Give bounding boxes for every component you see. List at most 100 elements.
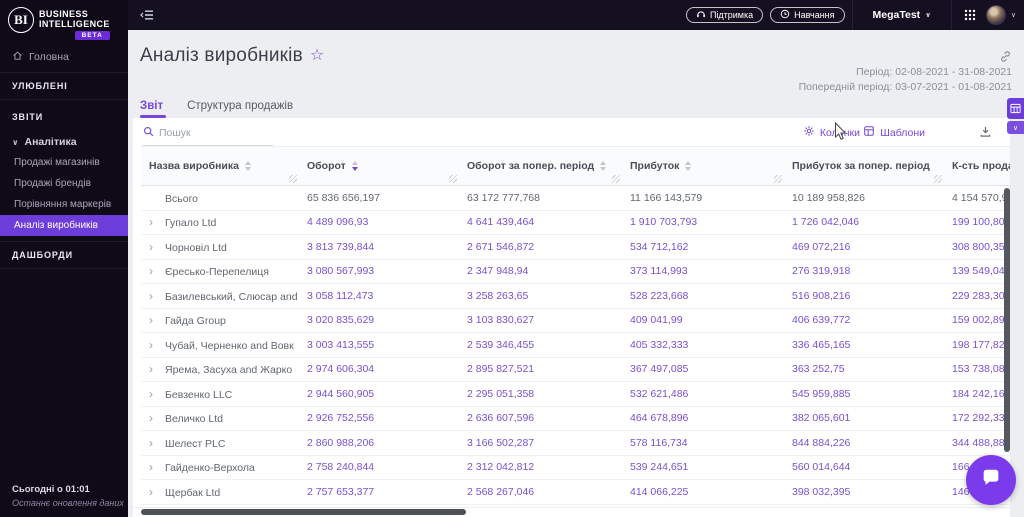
value-cell[interactable]: 3 003 413,555 (299, 332, 459, 358)
value-cell[interactable]: 578 116,734 (622, 430, 784, 456)
value-cell[interactable]: 382 065,601 (784, 406, 944, 431)
value-cell[interactable]: 2 944 560,905 (299, 381, 459, 407)
sidebar-section-dashboards[interactable]: ДАШБОРДИ (0, 241, 128, 270)
sidebar-item[interactable]: Продажі брендів (0, 173, 128, 194)
value-cell[interactable]: 409 041,99 (622, 308, 784, 333)
value-cell[interactable]: 2 895 827,521 (459, 357, 622, 382)
value-cell[interactable]: 308 800,351 (944, 234, 1010, 260)
expand-row-icon[interactable]: › (149, 436, 165, 450)
value-cell[interactable]: 469 072,216 (784, 234, 944, 260)
value-cell[interactable]: 184 242,169 (944, 381, 1010, 407)
column-resize-handle[interactable] (774, 175, 782, 183)
column-header[interactable]: Прибуток за попер. період (784, 146, 944, 186)
search-input[interactable] (159, 127, 264, 139)
chevron-down-icon[interactable]: ∨ (1011, 11, 1016, 19)
value-cell[interactable]: 336 465,165 (784, 332, 944, 358)
value-cell[interactable]: 363 252,75 (784, 357, 944, 382)
value-cell[interactable]: 2 758 240,844 (299, 455, 459, 480)
value-cell[interactable]: 4 489 096,93 (299, 210, 459, 235)
sort-icon[interactable] (600, 161, 607, 171)
value-cell[interactable]: 2 295 051,358 (459, 381, 622, 407)
value-cell[interactable]: 405 332,333 (622, 332, 784, 358)
expand-row-icon[interactable]: › (149, 264, 165, 278)
templates-button[interactable]: Шаблони (863, 125, 925, 140)
support-button[interactable]: Підтримка (685, 7, 764, 23)
value-cell[interactable]: 3 813 739,844 (299, 234, 459, 260)
value-cell[interactable]: 2 671 546,872 (459, 234, 622, 260)
value-cell[interactable]: 3 258 263,65 (459, 283, 622, 309)
value-cell[interactable]: 2 312 042,812 (459, 455, 622, 480)
value-cell[interactable]: 2 636 607,596 (459, 406, 622, 431)
value-cell[interactable]: 3 058 112,473 (299, 283, 459, 309)
value-cell[interactable]: 528 223,668 (622, 283, 784, 309)
value-cell[interactable]: 2 974 606,304 (299, 357, 459, 382)
value-cell[interactable]: 367 497,085 (622, 357, 784, 382)
sort-icon[interactable] (685, 161, 692, 171)
value-cell[interactable]: 406 639,772 (784, 308, 944, 333)
value-cell[interactable]: 344 488,886 (944, 430, 1010, 456)
expand-row-icon[interactable]: › (149, 338, 165, 352)
value-cell[interactable]: 3 080 567,993 (299, 259, 459, 284)
expand-row-icon[interactable]: › (149, 485, 165, 499)
expand-row-icon[interactable]: › (149, 215, 165, 229)
column-header[interactable]: Оборот (299, 146, 459, 186)
expand-row-icon[interactable]: › (149, 362, 165, 376)
value-cell[interactable]: 3 020 835,629 (299, 308, 459, 333)
value-cell[interactable]: 3 166 502,287 (459, 430, 622, 456)
value-cell[interactable]: 545 959,885 (784, 381, 944, 407)
sidebar-section-reports[interactable]: ЗВІТИ (0, 104, 128, 130)
value-cell[interactable]: 464 678,896 (622, 406, 784, 431)
value-cell[interactable]: 373 114,993 (622, 259, 784, 284)
value-cell[interactable]: 276 319,918 (784, 259, 944, 284)
column-header[interactable]: Прибуток (622, 146, 784, 186)
favorite-star-icon[interactable]: ☆ (310, 48, 324, 64)
value-cell[interactable]: 2 539 346,455 (459, 332, 622, 358)
columns-button[interactable]: Колонки (803, 125, 860, 140)
value-cell[interactable]: 159 002,892 (944, 308, 1010, 333)
value-cell[interactable]: 1 726 042,046 (784, 210, 944, 235)
value-cell[interactable]: 414 066,225 (622, 479, 784, 505)
value-cell[interactable]: 199 100,807 (944, 210, 1010, 235)
expand-row-icon[interactable]: › (149, 387, 165, 401)
value-cell[interactable]: 2 568 267,046 (459, 479, 622, 505)
value-cell[interactable]: 3 103 830,627 (459, 308, 622, 333)
apps-grid-icon[interactable] (964, 9, 976, 21)
column-resize-handle[interactable] (612, 175, 620, 183)
expand-row-icon[interactable]: › (149, 289, 165, 303)
column-header[interactable]: Оборот за попер. період (459, 146, 622, 186)
sidebar-item[interactable]: Продажі магазинів (0, 152, 128, 173)
account-selector[interactable]: MegaTest ∨ (853, 9, 951, 21)
value-cell[interactable]: 229 283,303 (944, 283, 1010, 309)
sort-icon[interactable] (351, 161, 358, 171)
horizontal-scrollbar-thumb[interactable] (141, 509, 466, 515)
value-cell[interactable]: 2 926 752,556 (299, 406, 459, 431)
sidebar-section-favorites[interactable]: УЛЮБЛЕНІ (0, 72, 128, 101)
value-cell[interactable]: 198 177,828 (944, 332, 1010, 358)
column-resize-handle[interactable] (449, 175, 457, 183)
value-cell[interactable]: 172 292,334 (944, 406, 1010, 431)
download-icon[interactable] (979, 125, 992, 143)
value-cell[interactable]: 2 860 988,206 (299, 430, 459, 456)
value-cell[interactable]: 2 347 948,94 (459, 259, 622, 284)
value-cell[interactable]: 532 621,486 (622, 381, 784, 407)
value-cell[interactable]: 844 884,226 (784, 430, 944, 456)
vertical-scrollbar[interactable] (1004, 188, 1010, 452)
collapse-panel-button[interactable]: ∨ (1007, 121, 1024, 134)
expand-row-icon[interactable]: › (149, 411, 165, 425)
value-cell[interactable]: 534 712,162 (622, 234, 784, 260)
collapse-sidebar-icon[interactable] (140, 9, 154, 21)
value-cell[interactable]: 516 908,216 (784, 283, 944, 309)
sidebar-item[interactable]: Порівняння маркерів (0, 194, 128, 215)
value-cell[interactable]: 539 244,651 (622, 455, 784, 480)
sidebar-item-home[interactable]: Головна (0, 44, 128, 72)
table-view-button[interactable] (1007, 98, 1024, 119)
column-resize-handle[interactable] (934, 175, 942, 183)
chat-button[interactable] (966, 455, 1016, 505)
share-link-icon[interactable] (799, 50, 1012, 63)
column-header[interactable]: К-сть продажів (944, 146, 1010, 186)
tab[interactable]: Структура продажів (187, 100, 293, 117)
sort-icon[interactable] (244, 161, 251, 171)
tab-active[interactable]: Звіт (140, 100, 167, 118)
training-button[interactable]: Навчання (770, 7, 845, 23)
user-avatar[interactable] (985, 5, 1006, 25)
